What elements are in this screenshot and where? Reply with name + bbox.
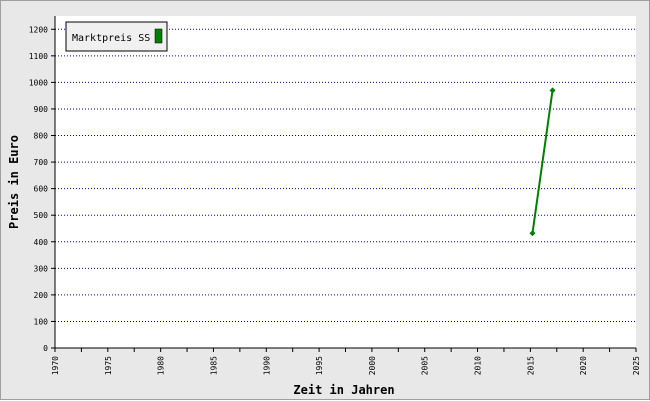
x-tick-label: 2005: [421, 356, 430, 375]
y-tick-label: 200: [34, 291, 49, 300]
x-tick-label: 1990: [262, 356, 271, 375]
y-tick-label: 1000: [29, 78, 48, 87]
x-tick-label: 2000: [368, 356, 377, 375]
y-axis-title: Preis in Euro: [7, 135, 21, 229]
y-tick-label: 100: [34, 317, 49, 326]
x-tick-label: 1970: [51, 356, 60, 375]
y-tick-label: 0: [43, 344, 48, 353]
y-axis-ticks: 0 100 200 300 400 500 600 700 800 900 1000 1100 1200: [29, 25, 55, 353]
x-tick-label: 2010: [474, 356, 483, 375]
legend-label: Marktpreis SS: [72, 33, 150, 44]
y-tick-label: 300: [34, 264, 49, 273]
x-tick-label: 2020: [579, 356, 588, 375]
plot-area: [55, 16, 636, 348]
y-tick-label: 1100: [29, 52, 48, 61]
x-axis-ticks: 1970 1975 1980 1985 1990 1995 2000 2005 2010 2015…: [51, 348, 641, 375]
x-tick-label: 1995: [315, 356, 324, 375]
legend: Marktpreis SS: [65, 21, 168, 52]
y-tick-label: 1200: [29, 25, 48, 34]
y-tick-label: 700: [34, 158, 49, 167]
x-axis-title: Zeit in Jahren: [293, 383, 394, 397]
chart-frame: 0 100 200 300 400 500 600 700 800 900 1000 1100 1200…: [0, 0, 650, 400]
x-tick-label: 2015: [526, 356, 535, 375]
y-tick-label: 400: [34, 238, 49, 247]
x-tick-label: 1975: [104, 356, 113, 375]
x-tick-label: 1985: [209, 356, 218, 375]
x-tick-label: 1980: [157, 356, 166, 375]
legend-swatch: [154, 28, 163, 44]
y-tick-label: 500: [34, 211, 49, 220]
y-tick-label: 800: [34, 132, 49, 141]
line-chart: 0 100 200 300 400 500 600 700 800 900 1000 1100 1200…: [7, 16, 641, 397]
y-tick-label: 900: [34, 105, 49, 114]
x-tick-label: 2025: [632, 356, 641, 375]
y-tick-label: 600: [34, 185, 49, 194]
